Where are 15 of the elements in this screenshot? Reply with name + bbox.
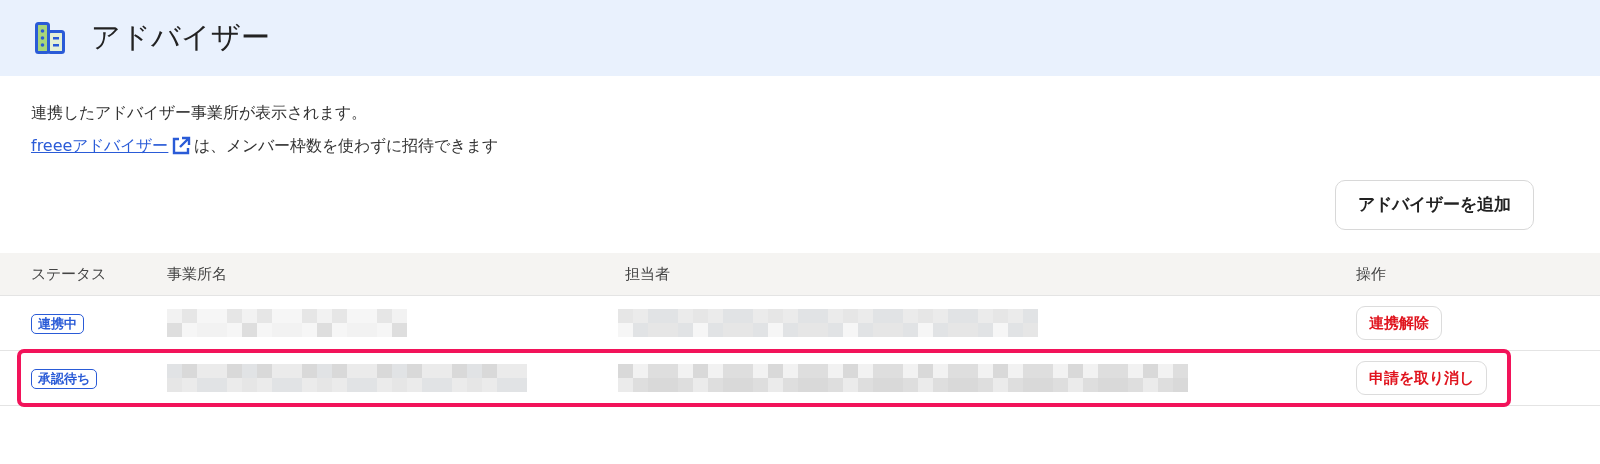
add-advisor-button[interactable]: アドバイザーを追加 [1335,180,1534,230]
column-header: ステータス [30,263,107,285]
status-badge: 連携中 [31,314,84,334]
column-header: 事業所名 [167,263,228,285]
external-link-icon [171,135,192,156]
row-action-button[interactable]: 連携解除 [1356,306,1442,340]
description-text: 連携したアドバイザー事業所が表示されます。 [31,102,368,124]
column-header: 操作 [1356,263,1386,285]
status-badge: 承認待ち [31,369,97,389]
row-action-button[interactable]: 申請を取り消し [1356,361,1487,395]
column-header: 担当者 [625,263,671,285]
building-icon [35,22,65,54]
description-text: は、メンバー枠数を使わずに招待できます [194,135,499,157]
advisor-link[interactable]: freeeアドバイザー [31,129,169,162]
page-title: アドバイザー [91,19,270,57]
